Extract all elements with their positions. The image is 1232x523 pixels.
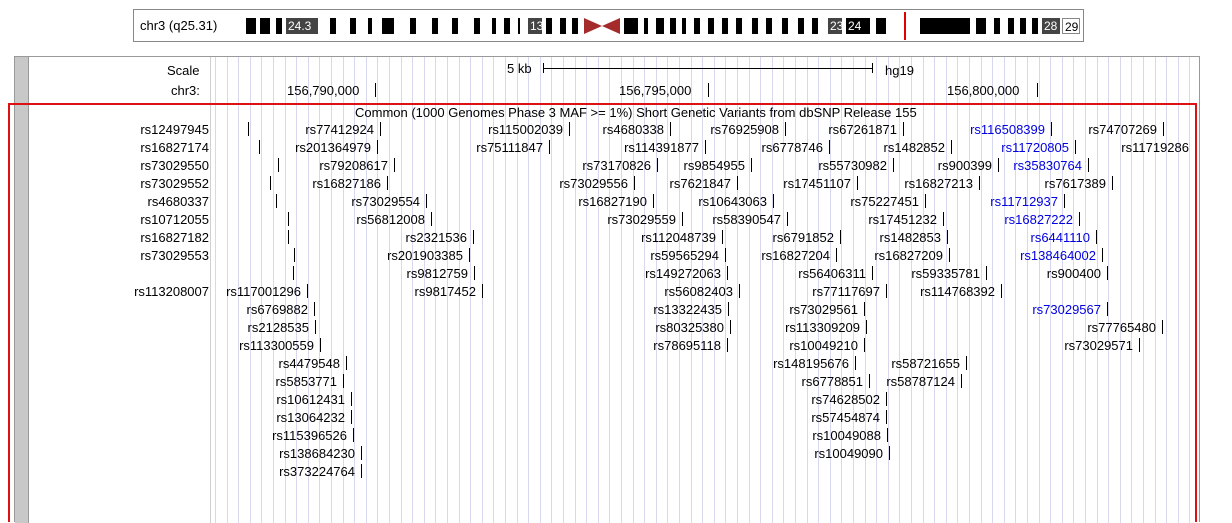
highlight-box — [8, 103, 1197, 522]
scale-size: 5 kb — [507, 61, 532, 76]
scale-label: Scale — [167, 63, 200, 78]
assembly-label: hg19 — [885, 63, 914, 78]
chrom-label: chr3: — [171, 83, 200, 98]
band-13: 13 — [528, 18, 544, 34]
band-28: 28 — [1042, 18, 1060, 34]
ruler-position: 156,795,000 — [619, 83, 692, 98]
ruler-position: 156,790,000 — [287, 83, 360, 98]
ruler-position: 156,800,000 — [947, 83, 1020, 98]
band-24-3: 24.3 — [286, 18, 318, 34]
band-29: 29 — [1062, 18, 1080, 34]
centromere-icon — [584, 18, 620, 34]
chromosome-ideogram[interactable]: chr3 (q25.31) 24.3 13 23 24 28 29 — [133, 9, 1084, 42]
band-24: 24 — [846, 18, 870, 34]
band-23: 23 — [828, 18, 844, 34]
position-indicator — [904, 12, 906, 40]
ideogram-label: chr3 (q25.31) — [140, 18, 218, 33]
ideogram-bands[interactable]: 24.3 13 23 24 28 29 — [246, 12, 1080, 40]
scale-bar — [543, 68, 872, 69]
